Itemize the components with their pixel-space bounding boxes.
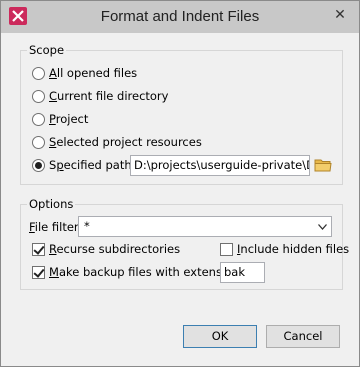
radio-button[interactable]	[32, 158, 45, 172]
checkbox[interactable]	[32, 242, 45, 256]
dialog-window: Format and Indent Files ✕ Scope All open…	[0, 0, 360, 367]
cancel-button[interactable]: Cancel	[266, 325, 340, 348]
radio-button[interactable]	[32, 112, 45, 126]
radio-label: All opened files	[49, 66, 138, 80]
radio-button[interactable]	[32, 66, 45, 80]
make-backup-files-checkbox[interactable]: Make backup files with extension:	[32, 263, 243, 281]
recurse-subdirectories-checkbox[interactable]: Recurse subdirectories	[32, 240, 180, 258]
radio-project[interactable]: Project	[32, 110, 88, 128]
radio-label: Project	[49, 112, 89, 126]
radio-label: Selected project resources	[49, 135, 202, 149]
checkbox[interactable]	[32, 265, 45, 279]
radio-label: Specified path:	[49, 158, 136, 172]
file-filter-combo[interactable]: *	[78, 216, 332, 237]
radio-specified-path[interactable]: Specified path:	[32, 156, 136, 174]
options-label: Options	[27, 197, 76, 211]
folder-icon[interactable]	[314, 157, 332, 176]
checkbox-label: Make backup files with extension:	[49, 265, 244, 279]
radio-button[interactable]	[32, 135, 45, 149]
radio-all-opened-files[interactable]: All opened files	[32, 64, 137, 82]
window-title: Format and Indent Files	[100, 8, 260, 25]
specified-path-input[interactable]: D:\projects\userguide-private\DITA	[130, 155, 310, 176]
file-filter-label: File filter:	[29, 220, 83, 234]
backup-extension-input[interactable]: bak	[220, 262, 265, 283]
radio-current-file-directory[interactable]: Current file directory	[32, 87, 168, 105]
scope-label: Scope	[27, 43, 67, 57]
radio-label: Current file directory	[49, 89, 169, 103]
ok-button[interactable]: OK	[183, 325, 257, 348]
include-hidden-files-checkbox[interactable]: Include hidden files	[220, 240, 349, 258]
checkbox-label: Recurse subdirectories	[49, 242, 181, 256]
radio-button[interactable]	[32, 89, 45, 103]
checkbox[interactable]	[220, 242, 233, 256]
title-bar[interactable]: Format and Indent Files ✕	[1, 1, 359, 33]
close-button[interactable]: ✕	[329, 5, 351, 25]
radio-selected-project-resources[interactable]: Selected project resources	[32, 133, 202, 151]
file-filter-value: *	[84, 219, 90, 233]
checkbox-label: Include hidden files	[237, 242, 350, 256]
chevron-down-icon[interactable]	[317, 217, 327, 236]
